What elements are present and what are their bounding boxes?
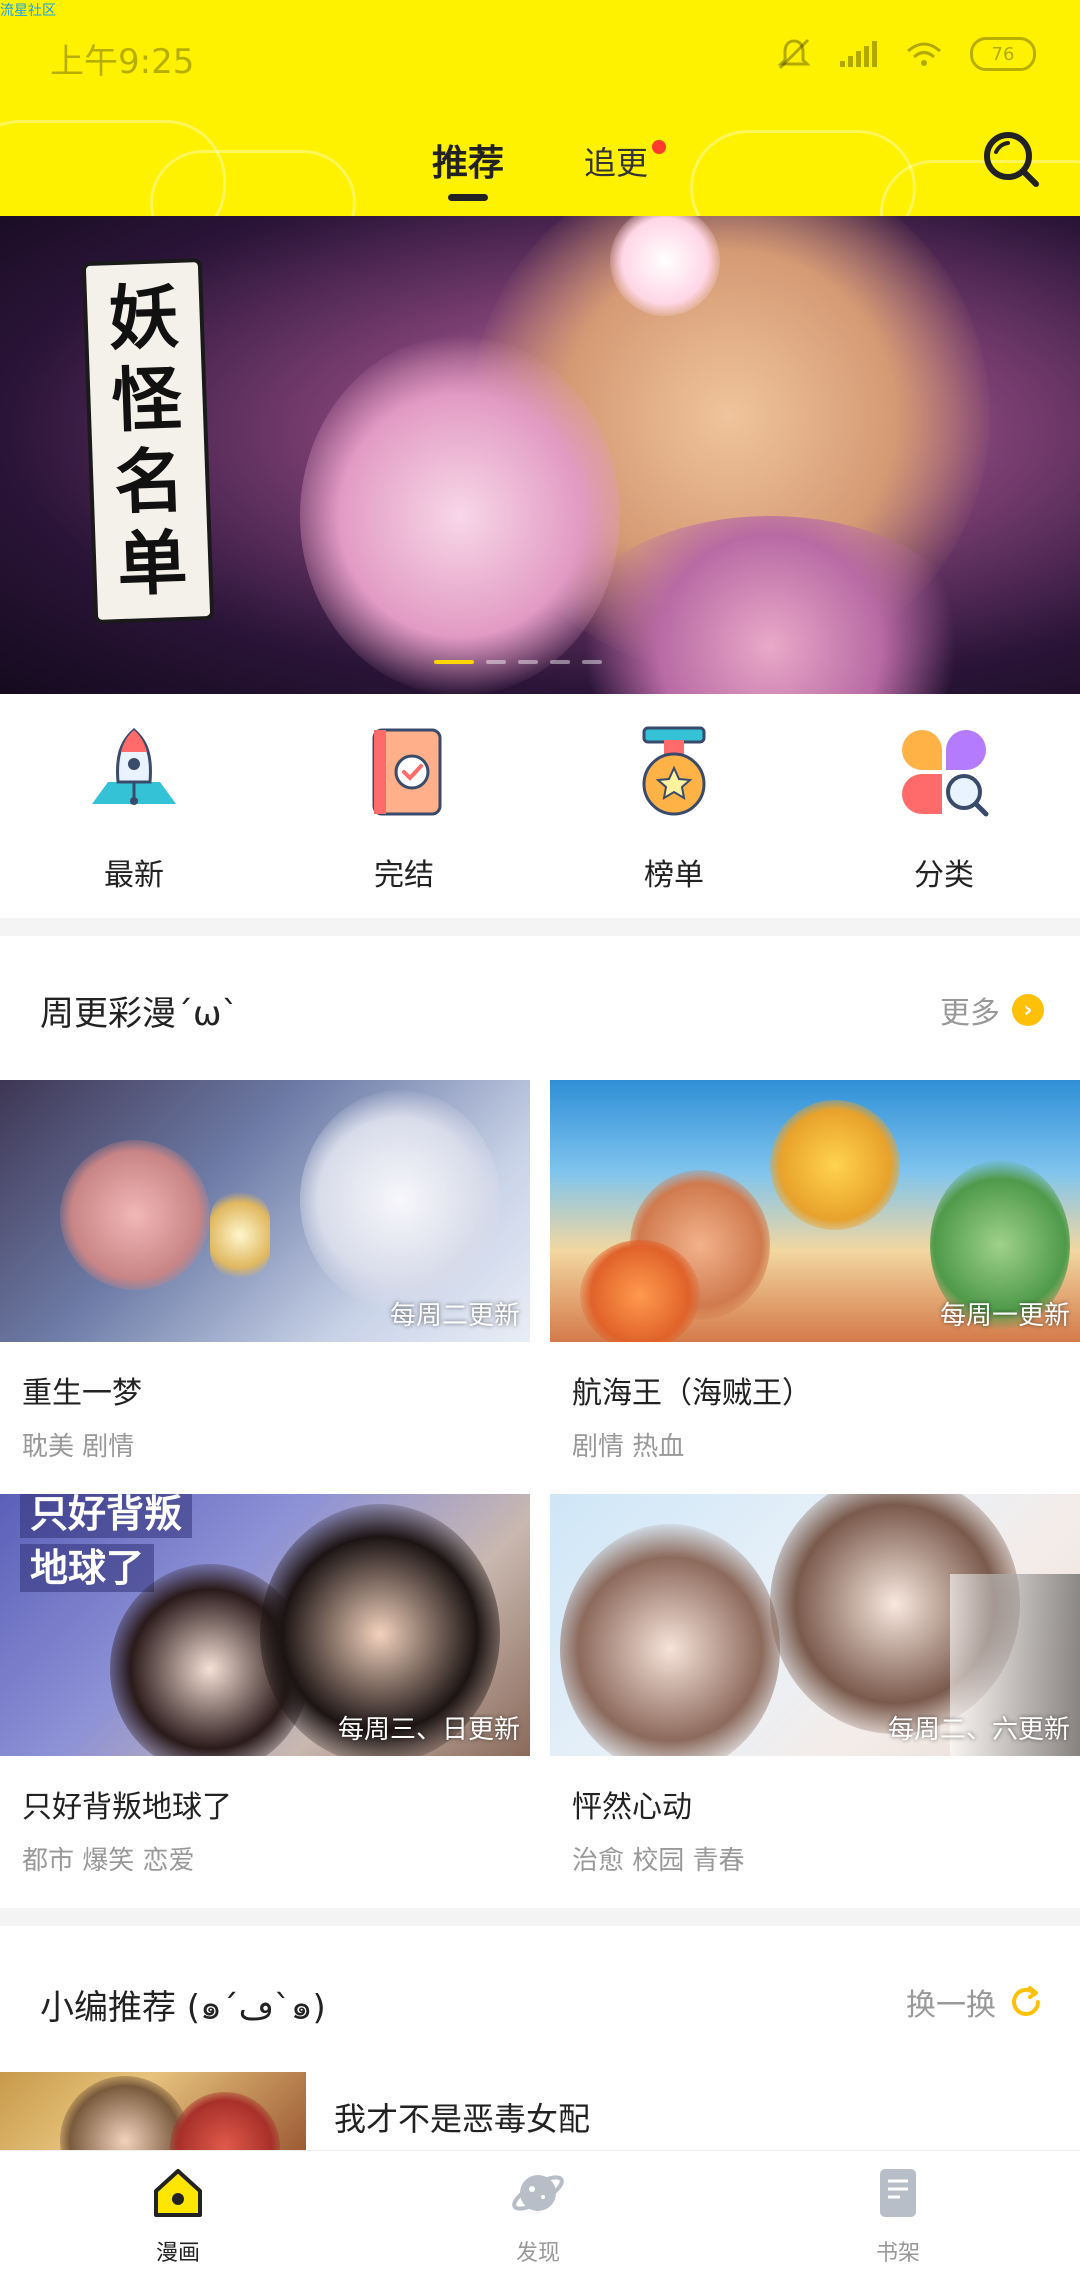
status-time: 上午9:25	[50, 42, 195, 82]
category-completed[interactable]: 完结	[304, 724, 504, 894]
comic-card[interactable]: 每周一更新 航海王（海贼王） 剧情 热血	[550, 1080, 1080, 1463]
nav-label: 发现	[515, 2241, 560, 2266]
nav-label: 漫画	[155, 2241, 200, 2266]
cover-caption: 只好背叛	[20, 1494, 193, 1538]
section-title-editor: 小编推荐 (๑´ڡ`๑)	[40, 1988, 326, 2028]
recommend-cover[interactable]	[0, 2072, 306, 2152]
comic-title: 航海王（海贼王）	[572, 1376, 812, 1411]
planet-icon	[512, 2175, 564, 2211]
home-icon	[154, 2169, 202, 2217]
category-ranking[interactable]: 榜单	[574, 724, 774, 894]
search-icon[interactable]	[980, 128, 1042, 190]
update-schedule: 每周一更新	[939, 1301, 1070, 1331]
update-schedule: 每周二更新	[389, 1301, 520, 1331]
comic-card[interactable]: 每周二更新 重生一梦 耽美 剧情	[0, 1080, 530, 1463]
banner-title-plate: 妖 怪 名 单	[81, 258, 215, 624]
section-divider	[0, 1908, 1080, 1926]
nav-label: 书架	[875, 2241, 920, 2266]
bottom-nav: 漫画 发现 书架	[0, 2150, 1080, 2281]
category-grid-icon	[902, 730, 989, 817]
signal-icon	[840, 41, 877, 67]
nav-bookshelf[interactable]: 书架	[798, 2165, 998, 2267]
category-classification[interactable]: 分类	[844, 724, 1044, 894]
nav-discover[interactable]: 发现	[438, 2165, 638, 2267]
new-update-badge	[652, 140, 666, 154]
comic-card[interactable]: 只好背叛 地球了 每周三、日更新 只好背叛地球了 都市 爆笑 恋爱	[0, 1494, 530, 1877]
banner-title-char: 怪	[110, 357, 183, 443]
category-label: 完结	[374, 858, 434, 893]
tab-recommend[interactable]: 推荐	[432, 134, 504, 186]
carousel-dot[interactable]	[434, 660, 474, 664]
medal-icon	[642, 726, 706, 816]
battery-indicator: 76	[970, 37, 1036, 71]
carousel-dot[interactable]	[550, 660, 570, 664]
section-divider	[0, 918, 1080, 936]
banner-carousel[interactable]: 妖 怪 名 单	[0, 216, 1080, 694]
nav-comics[interactable]: 漫画	[78, 2165, 278, 2267]
comic-cover: 每周一更新	[550, 1080, 1080, 1342]
wifi-icon	[907, 42, 941, 66]
category-label: 最新	[104, 858, 164, 893]
refresh-icon	[1012, 1986, 1040, 2016]
more-label: 更多	[940, 996, 1000, 1031]
carousel-dot[interactable]	[518, 660, 538, 664]
watermark-text: 流星社区	[0, 3, 56, 19]
more-link[interactable]: 更多 ›	[940, 988, 1044, 1032]
chevron-right-icon: ›	[1012, 994, 1044, 1026]
banner-title-char: 单	[115, 521, 189, 607]
banner-title-char: 妖	[107, 275, 181, 361]
header-bar: 上午9:25 76 推荐 追更	[0, 0, 1080, 216]
refresh-button[interactable]: 换一换	[906, 1980, 1044, 2024]
tab-follow-updates[interactable]: 追更	[584, 138, 648, 184]
cover-caption: 地球了	[20, 1544, 155, 1592]
status-icons: 76	[776, 32, 1036, 76]
rocket-icon	[92, 728, 176, 805]
comic-tags: 都市 爆笑 恋爱	[22, 1846, 195, 1876]
banner-title-char: 名	[113, 439, 186, 525]
category-label: 榜单	[644, 858, 704, 893]
book-check-icon	[372, 728, 442, 816]
comic-card[interactable]: 每周二、六更新 怦然心动 治愈 校园 青春	[550, 1494, 1080, 1877]
update-schedule: 每周三、日更新	[337, 1715, 520, 1745]
comic-tags: 剧情 热血	[572, 1432, 685, 1462]
comic-title: 重生一梦	[22, 1376, 142, 1411]
comic-title: 只好背叛地球了	[22, 1790, 232, 1825]
comic-tags: 耽美 剧情	[22, 1432, 135, 1462]
comic-cover: 每周二更新	[0, 1080, 530, 1342]
carousel-indicator	[434, 660, 602, 664]
comic-title: 怦然心动	[572, 1790, 692, 1825]
category-label: 分类	[914, 858, 974, 893]
comic-cover: 只好背叛 地球了 每周三、日更新	[0, 1494, 530, 1756]
carousel-dot[interactable]	[486, 660, 506, 664]
update-schedule: 每周二、六更新	[887, 1715, 1070, 1745]
recommend-title[interactable]: 我才不是恶毒女配	[334, 2094, 590, 2140]
comic-cover: 每周二、六更新	[550, 1494, 1080, 1756]
book-icon	[880, 2169, 916, 2217]
category-newest[interactable]: 最新	[34, 724, 234, 894]
carousel-dot[interactable]	[582, 660, 602, 664]
section-title-weekly: 周更彩漫´ω`	[40, 994, 239, 1034]
mute-bell-icon	[777, 38, 811, 70]
refresh-label: 换一换	[906, 1988, 996, 2023]
comic-tags: 治愈 校园 青春	[572, 1846, 745, 1876]
tab-active-indicator	[448, 194, 488, 201]
